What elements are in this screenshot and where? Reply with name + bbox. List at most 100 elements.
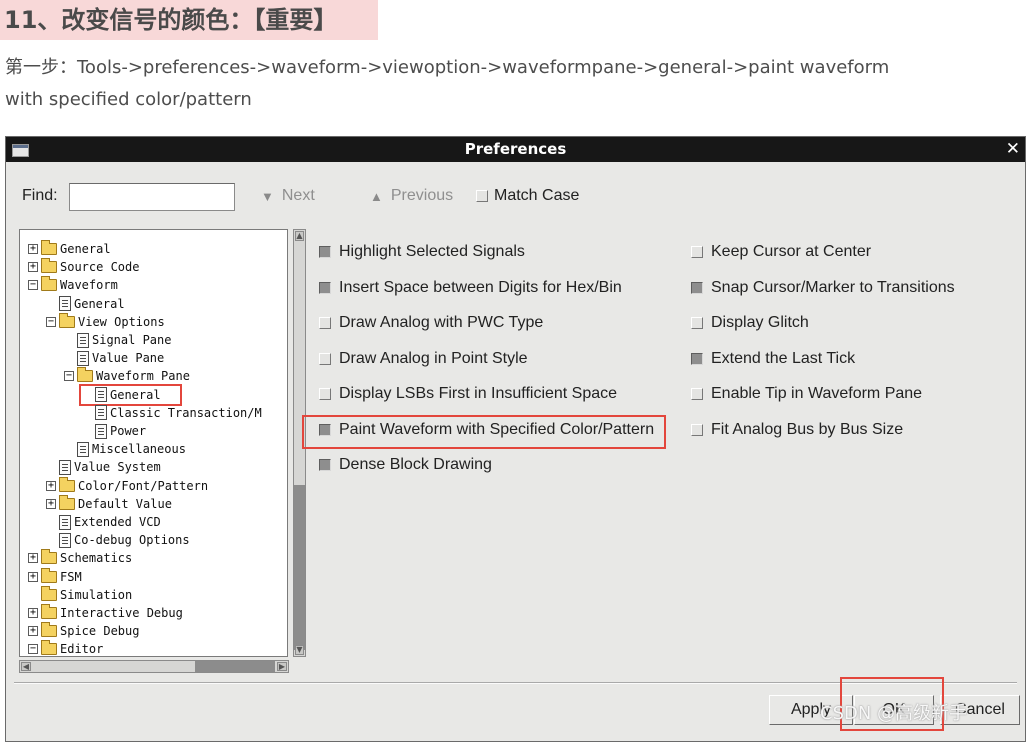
collapse-icon[interactable]: − [46, 316, 56, 327]
tree-item-label: Simulation [60, 587, 133, 602]
collapse-icon[interactable]: − [64, 371, 74, 382]
tree-item-label: Co-debug Options [74, 533, 190, 548]
option-checkbox[interactable]: Draw Analog with PWC Type [319, 314, 543, 332]
option-checkbox[interactable]: Snap Cursor/Marker to Transitions [691, 279, 955, 297]
tree-item[interactable]: − Waveform [28, 276, 118, 294]
folder-icon [41, 258, 57, 274]
folder-icon [59, 494, 75, 510]
next-button[interactable]: ▼ Next [261, 187, 315, 205]
tree-horizontal-scrollbar[interactable]: ◀ ▶ [19, 660, 289, 673]
option-label: Highlight Selected Signals [339, 243, 525, 260]
tree-item[interactable]: + Color/Font/Pattern [46, 476, 208, 495]
option-label: Draw Analog with PWC Type [339, 314, 544, 331]
tree-item[interactable]: Simulation [28, 585, 133, 604]
checkbox-unchecked-icon[interactable] [319, 352, 331, 365]
cancel-button[interactable]: Cancel [940, 695, 1020, 725]
tree-item[interactable]: Signal Pane [64, 331, 171, 349]
expand-icon[interactable]: + [46, 498, 56, 509]
document-icon [95, 405, 107, 421]
tree-item[interactable]: + Schematics [28, 549, 132, 567]
previous-button-label: Previous [390, 187, 454, 204]
checkbox-checked-icon[interactable] [691, 281, 703, 294]
tree-item[interactable]: − Waveform Pane [64, 367, 190, 385]
find-input[interactable] [69, 183, 235, 211]
scroll-up-icon[interactable]: ▲ [295, 231, 304, 241]
close-icon[interactable]: ✕ [1006, 140, 1020, 159]
scroll-right-icon[interactable]: ▶ [277, 662, 287, 671]
scroll-down-icon[interactable]: ▼ [295, 645, 304, 655]
tree-item[interactable]: + General [28, 240, 111, 258]
tree-item[interactable]: Miscellaneous [64, 440, 186, 458]
checkbox-checked-icon[interactable] [319, 423, 331, 436]
expand-icon[interactable]: + [28, 553, 38, 564]
scroll-left-icon[interactable]: ◀ [21, 662, 31, 671]
dialog-titlebar[interactable]: Preferences ✕ [6, 137, 1025, 162]
option-checkbox[interactable]: Extend the Last Tick [691, 350, 855, 368]
tree-item-label: General [60, 242, 111, 256]
option-checkbox[interactable]: Draw Analog in Point Style [319, 350, 528, 368]
tree-item[interactable]: General [82, 386, 161, 404]
option-checkbox[interactable]: Insert Space between Digits for Hex/Bin [319, 279, 622, 297]
document-icon [59, 532, 71, 548]
match-case-box[interactable] [476, 190, 488, 202]
option-checkbox[interactable]: Display LSBs First in Insufficient Space [319, 385, 617, 403]
apply-button[interactable]: Apply [769, 695, 853, 725]
option-checkbox[interactable]: Paint Waveform with Specified Color/Patt… [319, 421, 654, 439]
expand-icon[interactable]: + [28, 571, 38, 582]
tree-item-label: Interactive Debug [60, 606, 183, 620]
checkbox-checked-icon[interactable] [319, 246, 331, 258]
tree-item[interactable]: Extended VCD [46, 513, 161, 531]
arrow-down-icon: ▼ [261, 188, 274, 204]
tree-item[interactable]: + Interactive Debug [28, 604, 183, 622]
tree-item[interactable]: − View Options [46, 312, 165, 331]
tree-horizontal-scroll-thumb[interactable] [195, 661, 275, 672]
option-checkbox[interactable]: Fit Analog Bus by Bus Size [691, 421, 903, 439]
expand-icon[interactable]: + [28, 244, 38, 254]
preferences-category-tree[interactable]: + General + Source Code − Waveform General − Vie… [19, 229, 288, 657]
checkbox-checked-icon[interactable] [319, 281, 331, 294]
checkbox-unchecked-icon[interactable] [319, 388, 331, 400]
tree-item[interactable]: + Source Code [28, 258, 139, 276]
collapse-icon[interactable]: − [28, 280, 38, 291]
collapse-icon[interactable]: − [28, 644, 38, 655]
option-checkbox[interactable]: Highlight Selected Signals [319, 243, 525, 261]
option-checkbox[interactable]: Display Glitch [691, 314, 809, 332]
option-label: Dense Block Drawing [339, 456, 492, 473]
tree-item[interactable]: Classic Transaction/M [82, 404, 262, 422]
tree-item[interactable]: + Default Value [46, 494, 172, 513]
expand-icon[interactable]: + [46, 480, 56, 491]
tree-item[interactable]: + Spice Debug [28, 622, 139, 640]
tree-item[interactable]: Power [82, 422, 146, 440]
match-case-checkbox[interactable]: Match Case [476, 187, 579, 205]
checkbox-unchecked-icon[interactable] [691, 317, 703, 329]
arrow-up-icon: ▲ [370, 188, 383, 204]
expand-icon[interactable]: + [28, 262, 38, 273]
folder-open-icon [77, 367, 93, 383]
previous-button[interactable]: ▲ Previous [370, 187, 453, 205]
tree-vertical-scroll-thumb[interactable] [294, 485, 305, 650]
expand-icon[interactable]: + [28, 626, 38, 637]
folder-icon [41, 240, 57, 255]
tree-item-label: Spice Debug [60, 624, 140, 639]
tree-item[interactable]: General [46, 295, 125, 313]
tree-item-label: Value Pane [92, 351, 165, 366]
checkbox-unchecked-icon[interactable] [691, 246, 703, 258]
expand-icon[interactable]: + [28, 608, 38, 618]
option-checkbox[interactable]: Keep Cursor at Center [691, 243, 871, 261]
option-checkbox[interactable]: Enable Tip in Waveform Pane [691, 385, 922, 403]
tree-item[interactable]: Value System [46, 458, 161, 476]
option-checkbox[interactable]: Dense Block Drawing [319, 456, 492, 474]
tree-item[interactable]: Co-debug Options [46, 531, 190, 549]
ok-button[interactable]: OK [854, 695, 934, 725]
tree-item[interactable]: + FSM [28, 567, 82, 586]
checkbox-checked-icon[interactable] [319, 459, 331, 471]
tree-item[interactable]: Value Pane [64, 349, 164, 367]
checkbox-unchecked-icon[interactable] [319, 317, 331, 329]
checkbox-checked-icon[interactable] [691, 352, 703, 365]
folder-icon [41, 604, 57, 619]
tree-item[interactable]: − Editor [28, 640, 103, 656]
tree-vertical-scrollbar[interactable]: ▲ ▼ [293, 229, 306, 657]
checkbox-unchecked-icon[interactable] [691, 388, 703, 400]
checkbox-unchecked-icon[interactable] [691, 423, 703, 436]
folder-icon [41, 622, 57, 638]
